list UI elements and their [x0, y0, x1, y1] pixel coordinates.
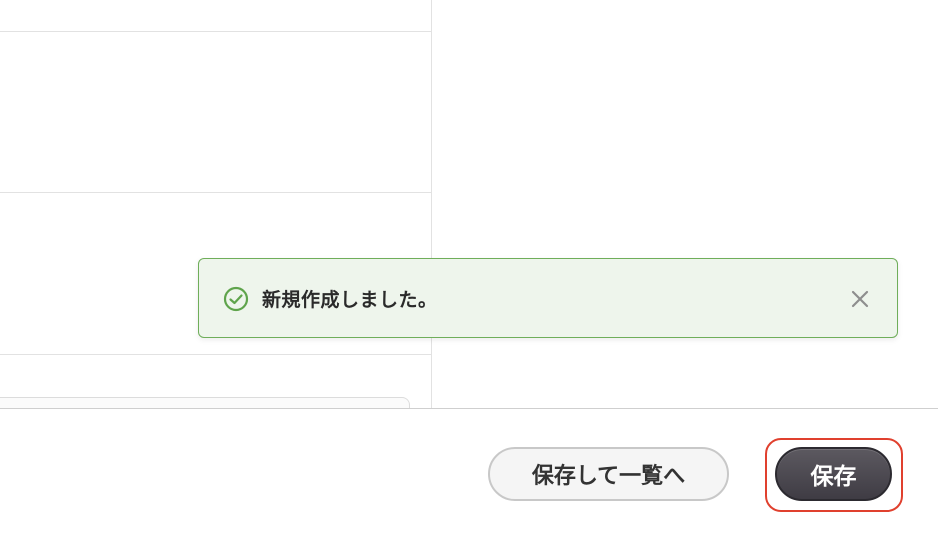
form-row: [0, 32, 431, 193]
toast-message: 新規作成しました。: [262, 289, 438, 311]
text-input[interactable]: [0, 397, 410, 408]
form-row: [0, 0, 431, 32]
check-circle-icon: [223, 286, 249, 312]
save-button-focus-ring: 保存: [765, 438, 903, 512]
close-icon[interactable]: [849, 288, 871, 310]
app-viewport: 新規作成しました。 保存して一覧へ 保存: [0, 0, 938, 538]
success-toast: 新規作成しました。: [198, 258, 898, 338]
form-footer: 保存して一覧へ 保存: [0, 408, 938, 538]
save-button[interactable]: 保存: [775, 447, 892, 501]
form-panel: [0, 0, 432, 408]
save-and-list-button[interactable]: 保存して一覧へ: [488, 447, 729, 501]
